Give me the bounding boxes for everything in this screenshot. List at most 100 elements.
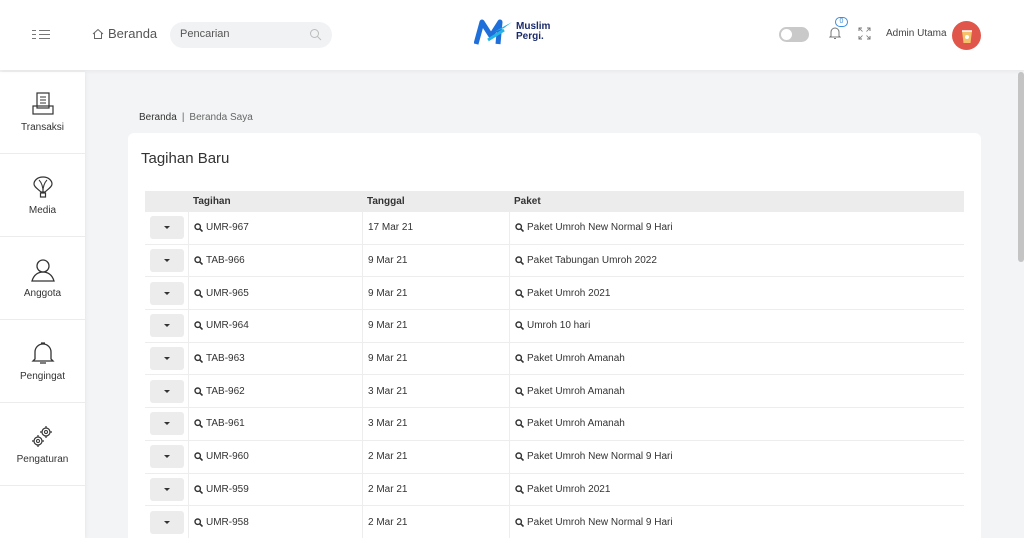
tagihan-link[interactable]: UMR-967 [188, 212, 362, 244]
avatar-cup-icon [961, 29, 972, 43]
paket-link[interactable]: Paket Umroh Amanah [509, 342, 964, 375]
paket-name: Paket Umroh 2021 [527, 287, 611, 299]
row-action-dropdown-button[interactable] [149, 216, 184, 240]
sidebar-item-pengingat[interactable]: Pengingat [0, 321, 85, 403]
paket-link[interactable]: Paket Umroh Amanah [509, 375, 964, 408]
sidebar-item-pengaturan[interactable]: Pengaturan [0, 404, 85, 486]
scrollbar-thumb[interactable] [1018, 72, 1024, 262]
paket-name: Paket Tabungan Umroh 2022 [527, 255, 657, 267]
table-row: UMR-960 2 Mar 21 Paket Umroh New Normal 9 … [145, 440, 964, 474]
tanggal: 9 Mar 21 [368, 320, 408, 332]
paket-link[interactable]: Paket Umroh Amanah [509, 408, 964, 440]
tagihan-link[interactable]: TAB-962 [188, 375, 362, 408]
search-icon [194, 517, 203, 527]
sidebar-item-anggota[interactable]: Anggota [0, 238, 85, 320]
paket-link[interactable]: Paket Umroh New Normal 9 Hari [509, 506, 964, 538]
tagihan-link[interactable]: TAB-963 [188, 342, 362, 375]
tagihan-id: TAB-961 [206, 418, 245, 430]
notification-badge: 0 [835, 17, 848, 27]
dark-mode-toggle[interactable] [779, 27, 809, 42]
paket-link[interactable]: Paket Tabungan Umroh 2022 [509, 244, 964, 277]
page-scrollbar[interactable] [1018, 72, 1024, 538]
breadcrumb: Beranda | Beranda Saya [139, 112, 253, 123]
tagihan-link[interactable]: UMR-959 [188, 473, 362, 506]
search-icon [515, 387, 524, 396]
breadcrumb-home[interactable]: Beranda [139, 112, 177, 123]
paket-name: Paket Umroh New Normal 9 Hari [527, 222, 673, 234]
search-icon [515, 256, 524, 266]
tanggal: 3 Mar 21 [368, 385, 408, 397]
search-input[interactable] [180, 28, 300, 40]
search-icon [515, 452, 524, 462]
caret-down-icon [163, 259, 170, 263]
balloon-icon [32, 176, 53, 198]
caret-down-icon [163, 520, 170, 524]
logo[interactable]: Muslim Pergi. [474, 18, 550, 46]
caret-down-icon [163, 324, 170, 328]
caret-down-icon [163, 455, 170, 459]
tagihan-link[interactable]: TAB-966 [188, 244, 362, 277]
search-icon [194, 452, 203, 462]
caret-down-icon [163, 291, 170, 295]
gears-icon [31, 426, 52, 447]
search-icon [194, 256, 203, 266]
search-icon [515, 485, 524, 494]
paket-link[interactable]: Paket Umroh New Normal 9 Hari [509, 212, 964, 244]
tanggal: 17 Mar 21 [368, 222, 414, 234]
caret-down-icon [163, 357, 170, 361]
row-action-dropdown-button[interactable] [149, 281, 184, 305]
admin-name[interactable]: Admin Utama [886, 28, 947, 39]
fullscreen-icon[interactable] [858, 27, 871, 40]
tanggal: 2 Mar 21 [368, 516, 408, 528]
tagihan-id: UMR-965 [206, 287, 249, 299]
paket-link[interactable]: Paket Umroh New Normal 9 Hari [509, 440, 964, 473]
paket-name: Paket Umroh 2021 [527, 483, 611, 495]
row-action-dropdown-button[interactable] [149, 314, 184, 338]
paket-link[interactable]: Umroh 10 hari [509, 310, 964, 342]
tagihan-table: Tagihan Tanggal Paket UMR-967 17 Mar 21 Pa… [145, 191, 964, 538]
tagihan-id: TAB-963 [206, 353, 245, 365]
table-header: Tagihan Tanggal Paket [145, 191, 964, 212]
search-icon [194, 419, 203, 429]
home-link[interactable]: Beranda [92, 26, 157, 41]
paket-name: Paket Umroh Amanah [527, 353, 625, 365]
row-action-dropdown-button[interactable] [149, 477, 184, 501]
row-action-dropdown-button[interactable] [149, 379, 184, 403]
tagihan-link[interactable]: TAB-961 [188, 408, 362, 440]
row-action-dropdown-button[interactable] [149, 510, 184, 534]
tagihan-link[interactable]: UMR-960 [188, 440, 362, 473]
table-row: UMR-965 9 Mar 21 Paket Umroh 2021 [145, 277, 964, 311]
sidebar-item-media[interactable]: Media [0, 155, 85, 237]
menu-toggle-icon[interactable] [32, 28, 50, 42]
tanggal: 2 Mar 21 [368, 483, 408, 495]
row-action-dropdown-button[interactable] [149, 445, 184, 469]
search-icon [194, 289, 203, 298]
sidebar-item-transaksi[interactable]: Transaksi [0, 72, 85, 154]
notification-bell-icon[interactable] [829, 26, 841, 40]
table-row: UMR-967 17 Mar 21 Paket Umroh New Normal 9… [145, 212, 964, 245]
paket-link[interactable]: Paket Umroh 2021 [509, 277, 964, 310]
avatar[interactable] [952, 21, 981, 50]
search-icon[interactable] [309, 28, 322, 41]
table-row: UMR-959 2 Mar 21 Paket Umroh 2021 [145, 473, 964, 507]
search-icon [515, 517, 524, 527]
search-box[interactable] [170, 22, 332, 48]
row-action-dropdown-button[interactable] [149, 249, 184, 273]
table-row: UMR-964 9 Mar 21 Umroh 10 hari [145, 310, 964, 343]
search-icon [194, 321, 203, 331]
row-action-dropdown-button[interactable] [149, 412, 184, 436]
paket-name: Paket Umroh New Normal 9 Hari [527, 451, 673, 463]
search-icon [515, 223, 524, 233]
tagihan-link[interactable]: UMR-958 [188, 506, 362, 538]
table-row: TAB-961 3 Mar 21 Paket Umroh Amanah [145, 408, 964, 441]
paket-link[interactable]: Paket Umroh 2021 [509, 473, 964, 506]
search-icon [515, 419, 524, 429]
paket-name: Umroh 10 hari [527, 320, 591, 332]
row-action-dropdown-button[interactable] [149, 347, 184, 371]
tagihan-id: UMR-960 [206, 451, 249, 463]
sidebar: Transaksi Media Anggota Pengingat Pengat… [0, 72, 85, 538]
column-header-tagihan: Tagihan [193, 196, 231, 207]
tagihan-link[interactable]: UMR-965 [188, 277, 362, 310]
table-row: TAB-963 9 Mar 21 Paket Umroh Amanah [145, 342, 964, 376]
tagihan-link[interactable]: UMR-964 [188, 310, 362, 342]
